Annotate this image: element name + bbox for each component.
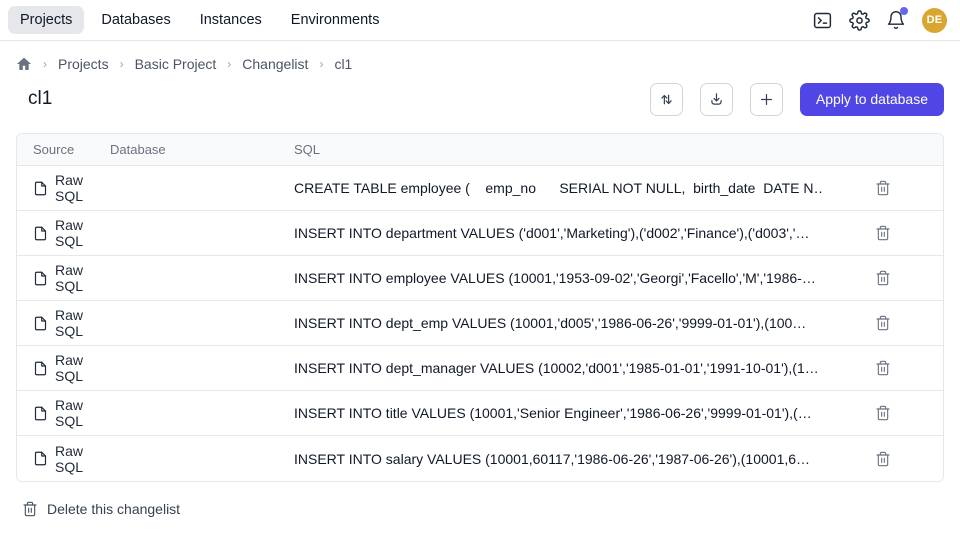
source-cell: Raw SQL [17, 307, 110, 339]
avatar[interactable]: DE [922, 8, 947, 33]
header-actions: Apply to database [650, 83, 944, 116]
breadcrumb-current: cl1 [334, 56, 352, 72]
import-button[interactable] [700, 83, 733, 116]
nav-tab-databases[interactable]: Databases [89, 6, 182, 34]
actions-cell [823, 177, 943, 199]
file-icon [33, 316, 48, 331]
table-header-row: Source Database SQL [17, 134, 943, 166]
table-row: Raw SQL INSERT INTO dept_emp VALUES (100… [17, 301, 943, 346]
file-icon [33, 406, 48, 421]
source-label: Raw SQL [55, 443, 110, 475]
nav-tab-environments[interactable]: Environments [279, 6, 392, 34]
file-icon [33, 271, 48, 286]
top-nav: Projects Databases Instances Environment… [0, 0, 960, 41]
source-cell: Raw SQL [17, 352, 110, 384]
source-cell: Raw SQL [17, 443, 110, 475]
breadcrumb: › Projects › Basic Project › Changelist … [16, 56, 944, 72]
source-cell: Raw SQL [17, 397, 110, 429]
table-row: Raw SQL CREATE TABLE employee ( emp_no S… [17, 166, 943, 211]
sql-cell: INSERT INTO title VALUES (10001,'Senior … [294, 405, 823, 421]
sql-cell: INSERT INTO dept_emp VALUES (10001,'d005… [294, 315, 823, 331]
file-icon [33, 451, 48, 466]
add-change-button[interactable] [750, 83, 783, 116]
nav-tabs: Projects Databases Instances Environment… [8, 6, 391, 34]
table-body: Raw SQL CREATE TABLE employee ( emp_no S… [17, 166, 943, 481]
breadcrumb-projects[interactable]: Projects [58, 56, 109, 72]
source-label: Raw SQL [55, 217, 110, 249]
delete-row-trash-icon[interactable] [872, 222, 894, 244]
import-icon [708, 91, 725, 108]
delete-row-trash-icon[interactable] [872, 312, 894, 334]
file-icon [33, 361, 48, 376]
sql-cell: INSERT INTO employee VALUES (10001,'1953… [294, 270, 823, 286]
nav-icon-group: DE [811, 8, 947, 33]
sort-arrows-icon [658, 91, 675, 108]
table-row: Raw SQL INSERT INTO department VALUES ('… [17, 211, 943, 256]
table-row: Raw SQL INSERT INTO title VALUES (10001,… [17, 391, 943, 436]
breadcrumb-changelist[interactable]: Changelist [242, 56, 308, 72]
delete-row-trash-icon[interactable] [872, 357, 894, 379]
plus-icon [758, 91, 775, 108]
actions-cell [823, 222, 943, 244]
page-header: cl1 Apply to [28, 82, 944, 116]
sql-cell: INSERT INTO salary VALUES (10001,60117,'… [294, 451, 823, 467]
file-icon [33, 226, 48, 241]
trash-icon [22, 501, 38, 517]
sql-editor-terminal-icon[interactable] [811, 9, 833, 31]
table-row: Raw SQL INSERT INTO salary VALUES (10001… [17, 436, 943, 481]
sql-cell: INSERT INTO department VALUES ('d001','M… [294, 225, 823, 241]
notification-dot [900, 7, 908, 15]
actions-cell [823, 448, 943, 470]
sql-cell: INSERT INTO dept_manager VALUES (10002,'… [294, 360, 823, 376]
actions-cell [823, 267, 943, 289]
apply-to-database-button[interactable]: Apply to database [800, 83, 944, 116]
source-label: Raw SQL [55, 397, 110, 429]
delete-row-trash-icon[interactable] [872, 177, 894, 199]
sql-cell: CREATE TABLE employee ( emp_no SERIAL NO… [294, 180, 823, 196]
source-cell: Raw SQL [17, 172, 110, 204]
delete-row-trash-icon[interactable] [872, 402, 894, 424]
column-header-database: Database [110, 142, 294, 157]
actions-cell [823, 402, 943, 424]
file-icon [33, 181, 48, 196]
home-icon[interactable] [16, 56, 32, 72]
breadcrumb-basic-project[interactable]: Basic Project [135, 56, 217, 72]
nav-tab-instances[interactable]: Instances [188, 6, 274, 34]
delete-row-trash-icon[interactable] [872, 448, 894, 470]
delete-changelist-button[interactable]: Delete this changelist [22, 501, 180, 517]
reorder-button[interactable] [650, 83, 683, 116]
actions-cell [823, 312, 943, 334]
source-label: Raw SQL [55, 307, 110, 339]
source-cell: Raw SQL [17, 217, 110, 249]
table-row: Raw SQL INSERT INTO dept_manager VALUES … [17, 346, 943, 391]
changelist-table: Source Database SQL Raw SQL CREATE TABLE… [16, 133, 944, 482]
delete-row-trash-icon[interactable] [872, 267, 894, 289]
column-header-sql: SQL [294, 142, 823, 157]
delete-changelist-label: Delete this changelist [47, 501, 180, 517]
table-row: Raw SQL INSERT INTO employee VALUES (100… [17, 256, 943, 301]
bell-icon[interactable] [885, 9, 907, 31]
nav-tab-projects[interactable]: Projects [8, 6, 84, 34]
page-title: cl1 [28, 88, 52, 110]
chevron-right-icon: › [227, 57, 231, 71]
source-cell: Raw SQL [17, 262, 110, 294]
source-label: Raw SQL [55, 262, 110, 294]
chevron-right-icon: › [120, 57, 124, 71]
chevron-right-icon: › [43, 57, 47, 71]
actions-cell [823, 357, 943, 379]
source-label: Raw SQL [55, 172, 110, 204]
column-header-source: Source [17, 142, 110, 157]
source-label: Raw SQL [55, 352, 110, 384]
gear-icon[interactable] [848, 9, 870, 31]
chevron-right-icon: › [319, 57, 323, 71]
